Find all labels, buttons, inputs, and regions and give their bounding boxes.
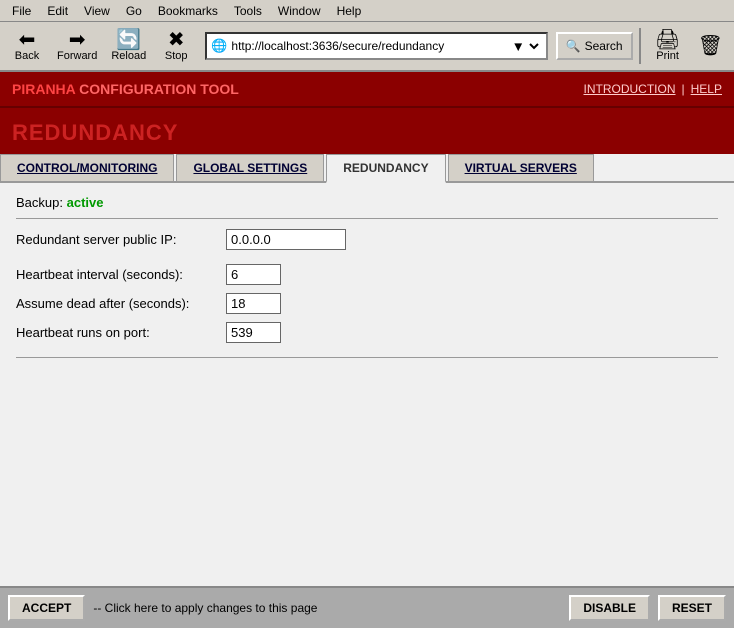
back-button[interactable]: ⬅ Back xyxy=(6,25,48,67)
divider-bottom xyxy=(16,357,718,358)
help-link[interactable]: HELP xyxy=(691,82,722,96)
search-icon: 🔍 xyxy=(566,39,581,53)
reload-icon: 🔄 xyxy=(116,30,141,50)
address-dropdown[interactable]: ▼ xyxy=(508,38,542,55)
address-input[interactable] xyxy=(231,39,507,53)
field-heartbeat-port-input[interactable] xyxy=(226,322,281,343)
field-public-ip-input[interactable] xyxy=(226,229,346,250)
stop-button[interactable]: ✖ Stop xyxy=(155,25,197,67)
field-public-ip: Redundant server public IP: xyxy=(16,229,718,250)
forward-icon: ➡ xyxy=(69,30,86,50)
field-heartbeat-port-label: Heartbeat runs on port: xyxy=(16,325,226,340)
accept-button[interactable]: ACCEPT xyxy=(8,595,85,621)
backup-label: Backup: xyxy=(16,195,63,210)
tab-control-monitoring[interactable]: CONTROL/MONITORING xyxy=(0,154,174,181)
content-area: Backup: active Redundant server public I… xyxy=(0,183,734,586)
location-icon: 🌐 xyxy=(211,38,227,54)
field-assume-dead-label: Assume dead after (seconds): xyxy=(16,296,226,311)
app-name-highlight: PIRANHA xyxy=(12,81,75,97)
backup-row: Backup: active xyxy=(16,195,718,210)
app-name-rest: CONFIGURATION TOOL xyxy=(75,81,239,97)
toolbar-separator xyxy=(639,28,641,64)
search-button[interactable]: 🔍 Search xyxy=(556,32,633,60)
menu-view[interactable]: View xyxy=(76,2,118,20)
action-right-buttons: DISABLE RESET xyxy=(569,595,726,621)
back-icon: ⬅ xyxy=(19,30,36,50)
stop-icon: ✖ xyxy=(168,30,185,50)
field-assume-dead: Assume dead after (seconds): xyxy=(16,293,718,314)
action-hint: -- Click here to apply changes to this p… xyxy=(93,601,561,615)
trash-button[interactable]: 🗑 xyxy=(693,25,728,67)
header-link-sep: | xyxy=(682,82,685,96)
tab-area: CONTROL/MONITORING GLOBAL SETTINGS REDUN… xyxy=(0,154,734,628)
field-public-ip-label: Redundant server public IP: xyxy=(16,232,226,247)
backup-status-text: active xyxy=(67,195,104,210)
app-header: PIRANHA CONFIGURATION TOOL INTRODUCTION … xyxy=(0,72,734,108)
form-section: Redundant server public IP: Heartbeat in… xyxy=(16,229,718,343)
menu-tools[interactable]: Tools xyxy=(226,2,270,20)
menu-bookmarks[interactable]: Bookmarks xyxy=(150,2,226,20)
tab-virtual-servers[interactable]: VIRTUAL SERVERS xyxy=(448,154,594,181)
reset-button[interactable]: RESET xyxy=(658,595,726,621)
disable-button[interactable]: DISABLE xyxy=(569,595,650,621)
page-title-bar: REDUNDANCY xyxy=(0,108,734,154)
menu-go[interactable]: Go xyxy=(118,2,150,20)
field-assume-dead-input[interactable] xyxy=(226,293,281,314)
print-icon: 🖨 xyxy=(655,30,680,50)
introduction-link[interactable]: INTRODUCTION xyxy=(584,82,676,96)
menu-file[interactable]: File xyxy=(4,2,39,20)
tab-redundancy[interactable]: REDUNDANCY xyxy=(326,154,445,183)
address-bar-container: 🌐 ▼ xyxy=(205,32,547,60)
field-heartbeat-interval: Heartbeat interval (seconds): xyxy=(16,264,718,285)
field-heartbeat-interval-input[interactable] xyxy=(226,264,281,285)
field-heartbeat-interval-label: Heartbeat interval (seconds): xyxy=(16,267,226,282)
action-bar: ACCEPT -- Click here to apply changes to… xyxy=(0,586,734,628)
trash-icon: 🗑 xyxy=(698,36,723,56)
page-title: REDUNDANCY xyxy=(12,120,722,146)
toolbar: ⬅ Back ➡ Forward 🔄 Reload ✖ Stop 🌐 ▼ 🔍 S… xyxy=(0,22,734,72)
tabs: CONTROL/MONITORING GLOBAL SETTINGS REDUN… xyxy=(0,154,734,183)
forward-button[interactable]: ➡ Forward xyxy=(52,25,102,67)
reload-button[interactable]: 🔄 Reload xyxy=(106,25,151,67)
tab-global-settings[interactable]: GLOBAL SETTINGS xyxy=(176,154,324,181)
menubar: File Edit View Go Bookmarks Tools Window… xyxy=(0,0,734,22)
menu-window[interactable]: Window xyxy=(270,2,329,20)
field-heartbeat-port: Heartbeat runs on port: xyxy=(16,322,718,343)
divider-top xyxy=(16,218,718,219)
header-links: INTRODUCTION | HELP xyxy=(584,82,722,96)
menu-help[interactable]: Help xyxy=(329,2,370,20)
app-title: PIRANHA CONFIGURATION TOOL xyxy=(12,81,239,97)
main-content: PIRANHA CONFIGURATION TOOL INTRODUCTION … xyxy=(0,72,734,628)
print-button[interactable]: 🖨 Print xyxy=(647,25,689,67)
menu-edit[interactable]: Edit xyxy=(39,2,76,20)
